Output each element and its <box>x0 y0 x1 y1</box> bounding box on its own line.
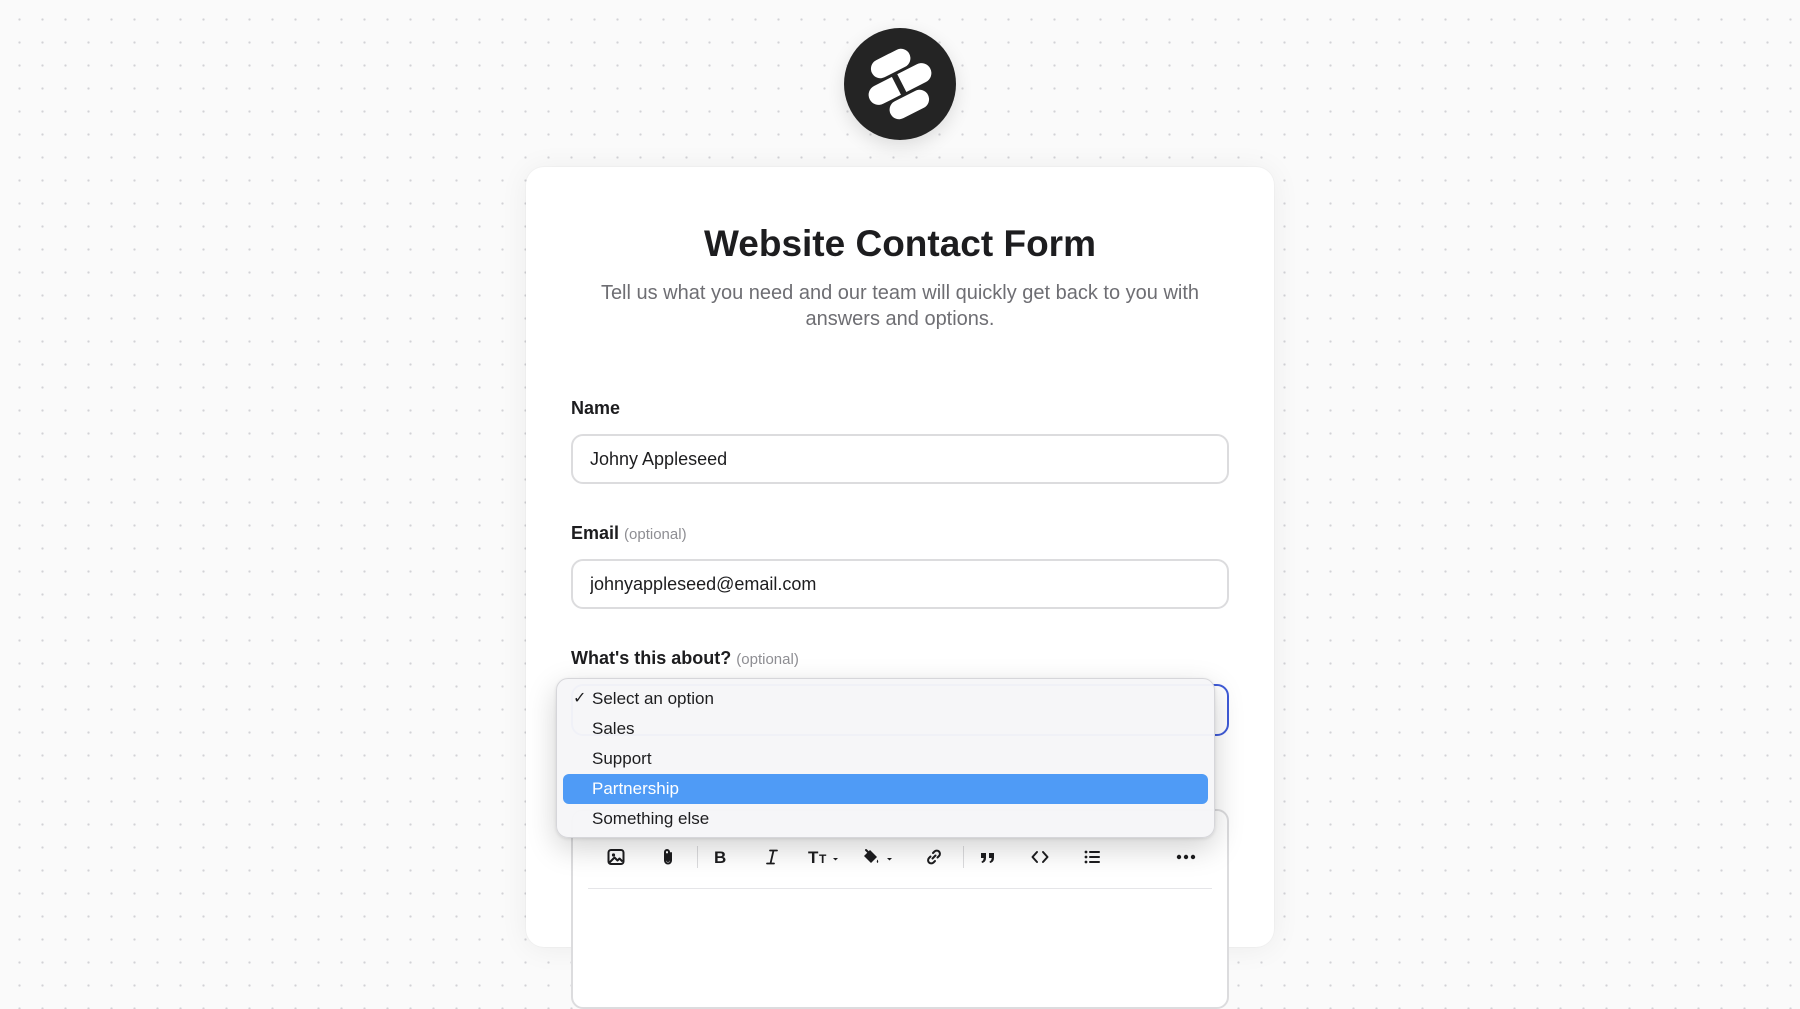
italic-icon[interactable] <box>755 841 789 873</box>
topic-label: What's this about? (optional) <box>571 648 799 669</box>
toolbar-divider <box>588 888 1212 889</box>
svg-text:T: T <box>808 848 819 867</box>
svg-text:B: B <box>714 848 726 867</box>
name-input[interactable] <box>571 434 1229 484</box>
toolbar-separator <box>963 846 964 868</box>
brand-logo <box>844 28 956 140</box>
topic-dropdown-menu: ✓ Select an option Sales Support Partner… <box>556 678 1215 838</box>
topic-label-text: What's this about? <box>571 648 732 668</box>
bold-icon[interactable]: B <box>703 841 737 873</box>
toolbar-separator <box>697 846 698 868</box>
message-editor[interactable]: B TT <box>571 809 1229 1009</box>
option-label: Partnership <box>592 779 679 798</box>
attachment-icon[interactable] <box>651 841 685 873</box>
code-icon[interactable] <box>1023 841 1057 873</box>
fill-color-icon[interactable] <box>857 841 903 873</box>
image-icon[interactable] <box>599 841 633 873</box>
svg-text:T: T <box>819 852 827 866</box>
name-label-text: Name <box>571 398 621 418</box>
dropdown-option-partnership[interactable]: Partnership <box>563 774 1208 804</box>
dropdown-option-select-an-option[interactable]: ✓ Select an option <box>563 684 1208 714</box>
email-input[interactable] <box>571 559 1229 609</box>
option-label: Select an option <box>592 689 714 708</box>
topic-optional-hint: (optional) <box>736 651 799 668</box>
dropdown-option-something-else[interactable]: Something else <box>563 804 1208 834</box>
option-label: Something else <box>592 809 710 828</box>
name-label: Name <box>571 398 620 419</box>
link-icon[interactable] <box>917 841 951 873</box>
option-label: Support <box>592 749 652 768</box>
editor-toolbar: B TT <box>573 837 1227 877</box>
logo-mark-icon <box>868 48 932 120</box>
bulleted-list-icon[interactable] <box>1075 841 1109 873</box>
email-label: Email (optional) <box>571 523 687 544</box>
form-title: Website Contact Form <box>704 223 1096 264</box>
dropdown-option-sales[interactable]: Sales <box>563 714 1208 744</box>
form-subtitle: Tell us what you need and our team will … <box>600 282 1200 330</box>
text-size-icon[interactable]: TT <box>803 841 849 873</box>
dropdown-option-support[interactable]: Support <box>563 744 1208 774</box>
more-icon[interactable] <box>1169 841 1203 873</box>
checkmark-icon: ✓ <box>573 690 587 707</box>
email-label-text: Email <box>571 523 620 543</box>
quote-icon[interactable] <box>971 841 1005 873</box>
email-optional-hint: (optional) <box>624 526 687 543</box>
option-label: Sales <box>592 719 635 738</box>
